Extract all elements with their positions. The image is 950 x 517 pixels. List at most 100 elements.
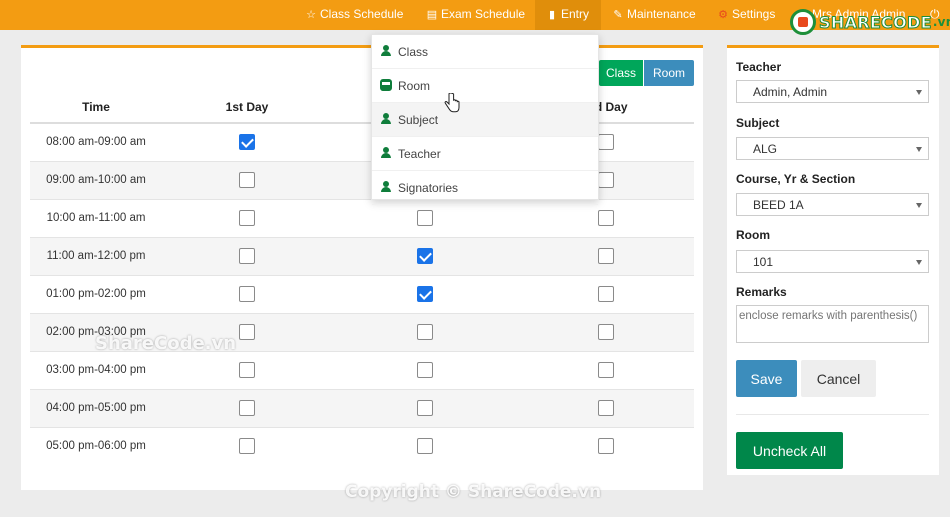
schedule-checkbox[interactable] [239, 286, 255, 302]
nav-class-schedule[interactable]: ☆ Class Schedule [305, 0, 403, 30]
schedule-checkbox[interactable] [597, 286, 614, 302]
day-cell [517, 426, 694, 465]
schedule-checkbox[interactable] [597, 210, 614, 226]
subject-label: Subject [736, 116, 780, 130]
subject-select-value: ALG [753, 142, 778, 156]
menu-item-subject-label: Subject [398, 113, 439, 127]
schedule-checkbox[interactable] [239, 248, 255, 264]
menu-item-teacher[interactable]: Teacher [372, 137, 598, 171]
user-icon [380, 45, 392, 57]
schedule-checkbox[interactable] [597, 324, 614, 340]
menu-item-signatories-label: Signatories [398, 181, 459, 195]
user-icon [380, 181, 392, 193]
schedule-form-panel: Teacher Admin, Admin Subject ALG Course,… [727, 45, 939, 475]
save-button[interactable]: Save [736, 360, 797, 397]
file-icon: ▮ [548, 9, 556, 21]
table-row: 03:00 pm-04:00 pm [30, 350, 694, 389]
table-row: 04:00 pm-05:00 pm [30, 388, 694, 427]
column-header-time: Time [30, 92, 162, 124]
schedule-checkbox[interactable] [239, 324, 255, 340]
day-cell [517, 236, 694, 275]
day-cell [332, 426, 517, 465]
room-select[interactable]: 101 [736, 250, 929, 273]
schedule-checkbox[interactable] [597, 248, 614, 264]
day-cell [162, 274, 332, 313]
chevron-down-icon [916, 90, 922, 95]
day-cell [332, 388, 517, 427]
copyright-watermark: Copyright © ShareCode.vn [345, 482, 602, 502]
menu-item-class-label: Class [398, 45, 429, 59]
brand-logo-icon [790, 9, 816, 35]
remarks-label: Remarks [736, 285, 787, 299]
uncheck-all-button[interactable]: Uncheck All [736, 432, 843, 469]
user-icon [380, 147, 392, 159]
schedule-checkbox[interactable] [597, 362, 614, 378]
nav-settings[interactable]: ⚙ Settings [717, 0, 775, 30]
room-view-button[interactable]: Room [644, 60, 694, 86]
schedule-checkbox[interactable] [416, 438, 433, 455]
schedule-checkbox[interactable] [239, 362, 255, 378]
menu-item-signatories[interactable]: Signatories [372, 171, 598, 205]
time-slot-cell: 05:00 pm-06:00 pm [30, 426, 162, 465]
schedule-checkbox[interactable] [239, 210, 255, 226]
nav-maintenance[interactable]: ✎ Maintenance [612, 0, 696, 30]
subject-select[interactable]: ALG [736, 137, 929, 160]
schedule-checkbox[interactable] [239, 134, 255, 151]
cancel-button[interactable]: Cancel [801, 360, 876, 397]
nav-class-schedule-label: Class Schedule [320, 7, 404, 21]
wrench-icon: ✎ [613, 9, 623, 21]
nav-exam-schedule-label: Exam Schedule [441, 7, 526, 21]
menu-item-room-label: Room [398, 79, 431, 93]
menu-item-teacher-label: Teacher [398, 147, 441, 161]
schedule-checkbox[interactable] [416, 362, 433, 378]
menu-item-class[interactable]: Class [372, 35, 598, 69]
menu-item-room[interactable]: Room [372, 69, 598, 103]
gear-icon: ⚙ [718, 9, 728, 21]
nav-entry-label: Entry [561, 7, 590, 21]
time-slot-cell: 03:00 pm-04:00 pm [30, 350, 162, 389]
schedule-checkbox[interactable] [239, 172, 255, 188]
day-cell [517, 350, 694, 389]
teacher-select[interactable]: Admin, Admin [736, 80, 929, 103]
day-cell [517, 274, 694, 313]
day-cell [332, 350, 517, 389]
day-cell [162, 198, 332, 237]
schedule-checkbox[interactable] [597, 172, 614, 188]
day-cell [162, 426, 332, 465]
schedule-checkbox[interactable] [416, 400, 433, 416]
schedule-checkbox[interactable] [416, 286, 433, 302]
hand-cursor-icon [444, 93, 460, 113]
schedule-checkbox[interactable] [416, 210, 433, 226]
nav-exam-schedule[interactable]: ▤ Exam Schedule [426, 0, 525, 30]
schedule-checkbox[interactable] [597, 134, 614, 151]
nav-maintenance-label: Maintenance [627, 7, 696, 21]
teacher-select-value: Admin, Admin [753, 85, 828, 99]
table-row: 01:00 pm-02:00 pm [30, 274, 694, 313]
table-row: 11:00 am-12:00 pm [30, 236, 694, 275]
schedule-checkbox[interactable] [416, 324, 433, 340]
chevron-down-icon [916, 260, 922, 265]
teacher-label: Teacher [736, 60, 782, 74]
course-label: Course, Yr & Section [736, 172, 856, 186]
schedule-checkbox[interactable] [239, 400, 255, 416]
room-select-value: 101 [753, 255, 774, 269]
remarks-textarea[interactable] [736, 305, 929, 343]
class-view-button[interactable]: Class [599, 60, 643, 86]
time-slot-cell: 11:00 am-12:00 pm [30, 236, 162, 275]
schedule-checkbox[interactable] [597, 400, 614, 416]
schedule-checkbox[interactable] [239, 438, 255, 455]
star-icon: ☆ [306, 9, 316, 21]
schedule-checkbox[interactable] [416, 248, 433, 264]
time-slot-cell: 08:00 am-09:00 am [30, 122, 162, 161]
menu-item-subject[interactable]: Subject [372, 103, 598, 137]
watermark-text: ShareCode.vn [95, 333, 237, 354]
schedule-checkbox[interactable] [597, 438, 614, 455]
entry-dropdown-menu: Class Room Subject Teacher Signatories [371, 34, 599, 205]
user-icon [380, 113, 392, 125]
day-cell [517, 388, 694, 427]
table-row: 05:00 pm-06:00 pm [30, 426, 694, 465]
nav-entry[interactable]: ▮ Entry [535, 0, 601, 30]
course-select[interactable]: BEED 1A [736, 193, 929, 216]
list-icon: ▤ [426, 9, 438, 21]
day-cell [332, 274, 517, 313]
